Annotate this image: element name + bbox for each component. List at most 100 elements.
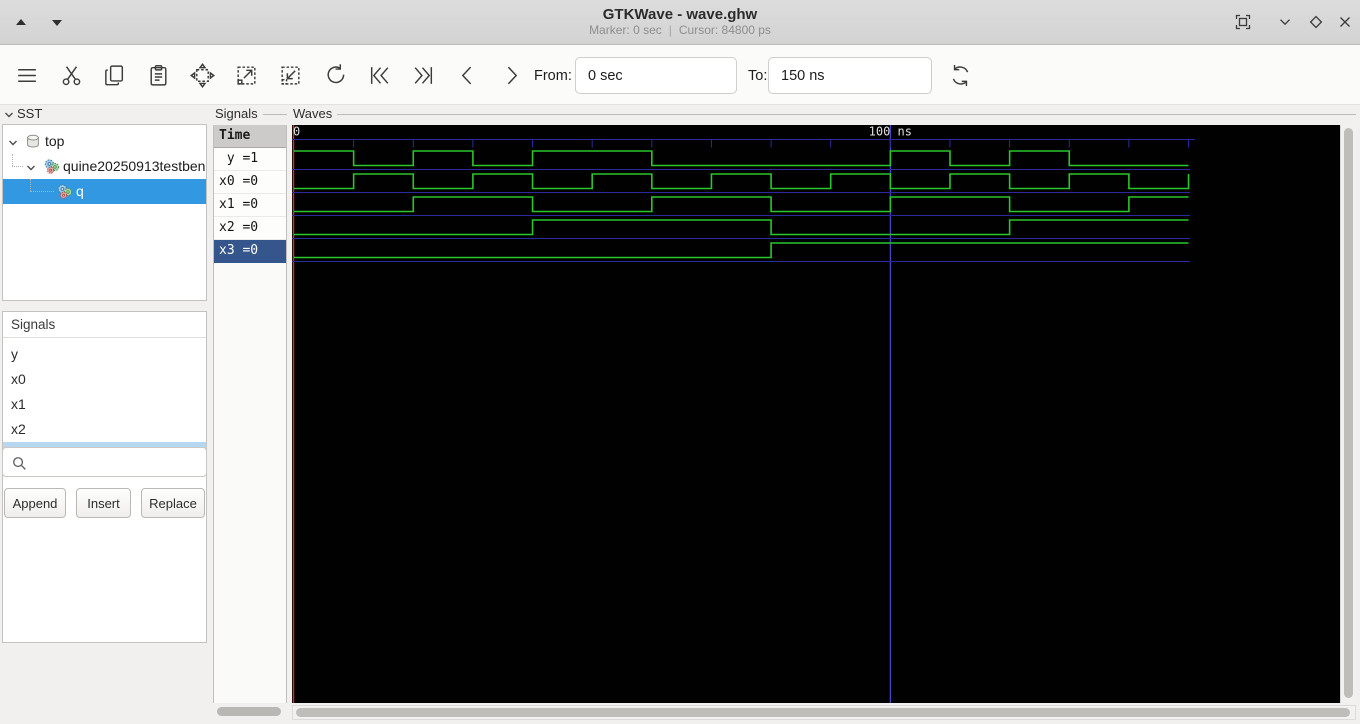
zoom-fit-button[interactable] [188, 61, 216, 89]
signal-names-label: Signals [215, 106, 258, 121]
signal-name-row-x3[interactable]: x3 =0 [214, 240, 286, 263]
zoom-in-icon [236, 65, 256, 85]
window-title: GTKWave - wave.ghw [602, 6, 758, 23]
undo-button[interactable] [321, 61, 349, 89]
signal-name-row-x2[interactable]: x2 =0 [214, 217, 286, 240]
chevron-down-icon [27, 165, 35, 171]
signal-name-row-x0[interactable]: x0 =0 [214, 171, 286, 194]
fullscreen-button[interactable] [1230, 9, 1256, 35]
timeline-label: 100 ns [869, 125, 912, 139]
status-divider: | [668, 23, 672, 37]
frame-line [263, 114, 287, 115]
frame-line [337, 114, 1356, 115]
signals-list-header[interactable]: Signals [3, 312, 206, 338]
signal-name-row-x1[interactable]: x1 =0 [214, 194, 286, 217]
tree-guide [12, 166, 23, 167]
fetch-start-button[interactable] [365, 61, 393, 89]
fetch-start-icon [370, 66, 388, 84]
tree-guide [30, 179, 31, 191]
stack-down-button[interactable] [44, 11, 70, 33]
tree-expander[interactable] [7, 136, 19, 154]
waves-hscrollbar[interactable] [292, 705, 1356, 720]
from-input[interactable] [575, 57, 737, 94]
signals-list-box: Signals yx0x1x2x3 [2, 311, 207, 643]
tree-expander[interactable] [25, 161, 37, 179]
triangle-down-icon [52, 20, 62, 26]
window-status: Marker: 0 sec | Cursor: 84800 ps [0, 23, 1360, 38]
sst-tree: top quine20250913testbench q [2, 124, 207, 301]
signals-list-item-x1[interactable]: x1 [3, 392, 206, 417]
waves-vscrollbar[interactable] [1340, 125, 1356, 703]
signal-name-row-y[interactable]: y =1 [214, 148, 286, 171]
tree-item-label: quine20250913testbench [63, 158, 207, 174]
hscroll-handle[interactable] [296, 708, 1350, 717]
wave-trace-y [294, 150, 1189, 167]
menu-button[interactable] [12, 61, 40, 89]
vscroll-handle[interactable] [1344, 128, 1353, 698]
wave-trace-x3 [294, 242, 1189, 259]
search-input[interactable] [31, 449, 201, 475]
tree-item-quine20250913testbench[interactable]: quine20250913testbench [3, 154, 206, 179]
menu-icon [17, 68, 36, 82]
tree-guide [12, 154, 13, 166]
paste-button[interactable] [144, 61, 172, 89]
shift-left-icon [461, 66, 471, 84]
zoom-fit-icon [189, 62, 215, 88]
triangle-up-icon [16, 19, 26, 25]
cursor-status: Cursor: 84800 ps [678, 23, 771, 37]
wave-trace-x2 [294, 219, 1189, 236]
append-button[interactable]: Append [4, 488, 66, 518]
signal-names-column: Time y =1 x0 =0 x1 =0 x2 =0 x3 =0 [213, 125, 287, 703]
paste-icon [149, 64, 167, 86]
waves-canvas[interactable]: 0 100 ns [292, 125, 1340, 703]
unstack-button[interactable] [1272, 9, 1298, 35]
timeline-label: 0 [293, 125, 300, 139]
tree-guide [30, 191, 54, 192]
waves-label: Waves [293, 106, 333, 121]
tree-item-q[interactable]: q [3, 179, 206, 204]
copy-button[interactable] [100, 61, 128, 89]
waves-svg: 0 100 ns [292, 125, 1195, 703]
zoom-in-button[interactable] [232, 61, 260, 89]
shift-right-icon [507, 66, 517, 84]
shift-right-button[interactable] [497, 61, 525, 89]
toolbar: From: To: [0, 45, 1360, 105]
component-icon [56, 183, 73, 205]
search-icon [13, 457, 26, 470]
copy-icon [104, 64, 123, 85]
stack-up-button[interactable] [8, 11, 34, 33]
diamond-icon [1309, 15, 1323, 29]
replace-button[interactable]: Replace [141, 488, 205, 518]
zoom-out-button[interactable] [276, 61, 304, 89]
reload-button[interactable] [946, 61, 974, 89]
close-icon [1340, 17, 1350, 27]
tree-item-label: q [76, 183, 84, 199]
signals-list-item-x0[interactable]: x0 [3, 367, 206, 392]
close-button[interactable] [1332, 9, 1358, 35]
insert-button[interactable]: Insert [76, 488, 131, 518]
reload-icon [952, 64, 968, 86]
cut-icon [62, 65, 80, 85]
sst-label: SST [17, 106, 43, 121]
zoom-out-icon [280, 65, 300, 85]
signals-list-item-y[interactable]: y [3, 342, 206, 367]
signals-list-item-x2[interactable]: x2 [3, 417, 206, 442]
chevron-down-icon [9, 140, 17, 146]
maximize-button[interactable] [1303, 9, 1329, 35]
tree-item-top[interactable]: top [3, 129, 206, 154]
fetch-end-button[interactable] [409, 61, 437, 89]
name-column-hscrollbar[interactable] [217, 707, 281, 716]
wave-trace-x1 [294, 196, 1189, 213]
wave-trace-x0 [294, 173, 1190, 190]
shift-left-button[interactable] [453, 61, 481, 89]
component-icon [43, 158, 60, 180]
module-icon [25, 133, 42, 155]
chevron-down-icon [5, 112, 13, 118]
cut-button[interactable] [57, 61, 85, 89]
main-area: SST top quine20250913testbench q Signals y… [0, 105, 1360, 724]
titlebar: GTKWave - wave.ghw Marker: 0 sec | Cursor:… [0, 0, 1360, 45]
search-box [2, 447, 207, 477]
to-input[interactable] [768, 57, 932, 94]
to-label: To: [748, 68, 768, 84]
time-header[interactable]: Time [214, 125, 286, 148]
